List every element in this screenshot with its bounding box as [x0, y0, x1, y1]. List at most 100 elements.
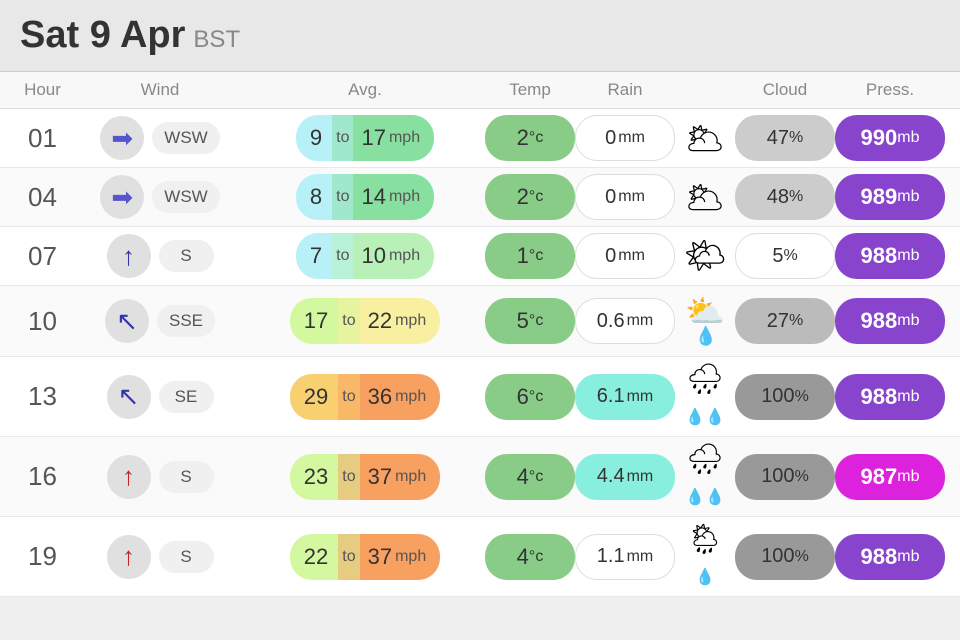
avg-gust-combined: 7 to 10 mph	[245, 233, 485, 279]
hour-label: 01	[10, 123, 75, 154]
hour-label: 04	[10, 182, 75, 213]
gust-value: 37 mph	[360, 534, 441, 580]
to-separator: to	[338, 298, 359, 344]
to-separator: to	[332, 233, 353, 279]
wind-cell: ➡ WSW	[75, 116, 245, 160]
hour-label: 07	[10, 241, 75, 272]
avg-gust-combined: 29 to 36 mph	[245, 374, 485, 420]
avg-value: 23	[290, 454, 338, 500]
cloud-percent: 100 %	[735, 454, 835, 500]
wind-arrow-icon: ↖	[107, 375, 151, 419]
wind-direction: S	[159, 461, 214, 493]
table-row: 19 ↑ S 22 to 37 mph 4°c 1.1 mm 🌦💧 100 % …	[0, 517, 960, 597]
gust-value: 10 mph	[353, 233, 434, 279]
avg-gust-combined: 8 to 14 mph	[245, 174, 485, 220]
pressure-value: 988 mb	[835, 298, 945, 344]
wind-direction: WSW	[152, 181, 219, 213]
wind-arrow-icon: ➡	[100, 175, 144, 219]
column-headers: Hour Wind Avg. Temp Rain Cloud Press.	[0, 72, 960, 109]
cloud-icon: 🌥	[675, 119, 735, 157]
temp-value: 1°c	[485, 233, 575, 279]
to-separator: to	[338, 374, 359, 420]
rain-value: 0 mm	[575, 115, 675, 161]
temp-value: 2°c	[485, 174, 575, 220]
gust-value: 36 mph	[360, 374, 441, 420]
temp-value: 6°c	[485, 374, 575, 420]
gust-value: 17 mph	[353, 115, 434, 161]
rain-value: 4.4 mm	[575, 454, 675, 500]
temp-value: 4°c	[485, 534, 575, 580]
header: Sat 9 Apr BST	[0, 0, 960, 72]
cloud-percent: 5 %	[735, 233, 835, 279]
hour-label: 19	[10, 541, 75, 572]
table-row: 13 ↖ SE 29 to 36 mph 6°c 6.1 mm 🌧💧💧 100 …	[0, 357, 960, 437]
to-separator: to	[332, 174, 353, 220]
cloud-icon: ⛅💧	[675, 292, 735, 350]
cloud-percent: 27 %	[735, 298, 835, 344]
gust-value: 37 mph	[360, 454, 441, 500]
avg-value: 22	[290, 534, 338, 580]
table-row: 16 ↑ S 23 to 37 mph 4°c 4.4 mm 🌧💧💧 100 %…	[0, 437, 960, 517]
wind-arrow-icon: ↑	[107, 535, 151, 579]
wind-cell: ↑ S	[75, 234, 245, 278]
temp-value: 4°c	[485, 454, 575, 500]
date-label: Sat 9 Apr	[20, 14, 185, 56]
temp-value: 2°c	[485, 115, 575, 161]
pressure-value: 988 mb	[835, 374, 945, 420]
wind-arrow-icon: ↑	[107, 234, 151, 278]
gust-value: 14 mph	[353, 174, 434, 220]
avg-value: 29	[290, 374, 338, 420]
cloud-percent: 100 %	[735, 534, 835, 580]
avg-gust-combined: 22 to 37 mph	[245, 534, 485, 580]
to-separator: to	[332, 115, 353, 161]
rain-value: 0.6 mm	[575, 298, 675, 344]
table-row: 01 ➡ WSW 9 to 17 mph 2°c 0 mm 🌥 47 % 990…	[0, 109, 960, 168]
table-row: 07 ↑ S 7 to 10 mph 1°c 0 mm 🌤 5 % 988 mb	[0, 227, 960, 286]
wind-direction: SSE	[157, 305, 215, 337]
cloud-percent: 48 %	[735, 174, 835, 220]
col-avg-label: Avg.	[245, 80, 485, 100]
rain-value: 0 mm	[575, 174, 675, 220]
wind-cell: ↖ SE	[75, 375, 245, 419]
wind-direction: WSW	[152, 122, 219, 154]
to-separator: to	[338, 534, 359, 580]
rain-value: 0 mm	[575, 233, 675, 279]
hour-label: 10	[10, 306, 75, 337]
pressure-value: 988 mb	[835, 534, 945, 580]
avg-value: 8	[296, 174, 332, 220]
wind-direction: S	[159, 240, 214, 272]
cloud-icon: 🌥	[675, 178, 735, 216]
table-row: 10 ↖ SSE 17 to 22 mph 5°c 0.6 mm ⛅💧 27 %…	[0, 286, 960, 357]
cloud-icon: 🌧💧💧	[675, 363, 735, 430]
to-separator: to	[338, 454, 359, 500]
col-wind-label: Wind	[75, 80, 245, 100]
wind-arrow-icon: ↖	[105, 299, 149, 343]
cloud-percent: 100 %	[735, 374, 835, 420]
wind-direction: SE	[159, 381, 214, 413]
timezone-label: BST	[193, 26, 240, 53]
cloud-icon: 🌤	[675, 236, 735, 276]
pressure-value: 990 mb	[835, 115, 945, 161]
wind-arrow-icon: ➡	[100, 116, 144, 160]
avg-value: 9	[296, 115, 332, 161]
col-rain-label: Rain	[575, 80, 675, 100]
wind-arrow-icon: ↑	[107, 455, 151, 499]
wind-cell: ➡ WSW	[75, 175, 245, 219]
pressure-value: 987 mb	[835, 454, 945, 500]
hour-label: 13	[10, 381, 75, 412]
col-cloud-label: Cloud	[735, 80, 835, 100]
avg-value: 7	[296, 233, 332, 279]
avg-gust-combined: 23 to 37 mph	[245, 454, 485, 500]
weather-rows: 01 ➡ WSW 9 to 17 mph 2°c 0 mm 🌥 47 % 990…	[0, 109, 960, 597]
gust-value: 22 mph	[360, 298, 441, 344]
cloud-percent: 47 %	[735, 115, 835, 161]
page-title: Sat 9 Apr BST	[20, 14, 240, 56]
wind-direction: S	[159, 541, 214, 573]
wind-cell: ↑ S	[75, 455, 245, 499]
temp-value: 5°c	[485, 298, 575, 344]
col-temp-label: Temp	[485, 80, 575, 100]
wind-cell: ↖ SSE	[75, 299, 245, 343]
avg-gust-combined: 17 to 22 mph	[245, 298, 485, 344]
cloud-icon: 🌦💧	[675, 523, 735, 590]
table-row: 04 ➡ WSW 8 to 14 mph 2°c 0 mm 🌥 48 % 989…	[0, 168, 960, 227]
